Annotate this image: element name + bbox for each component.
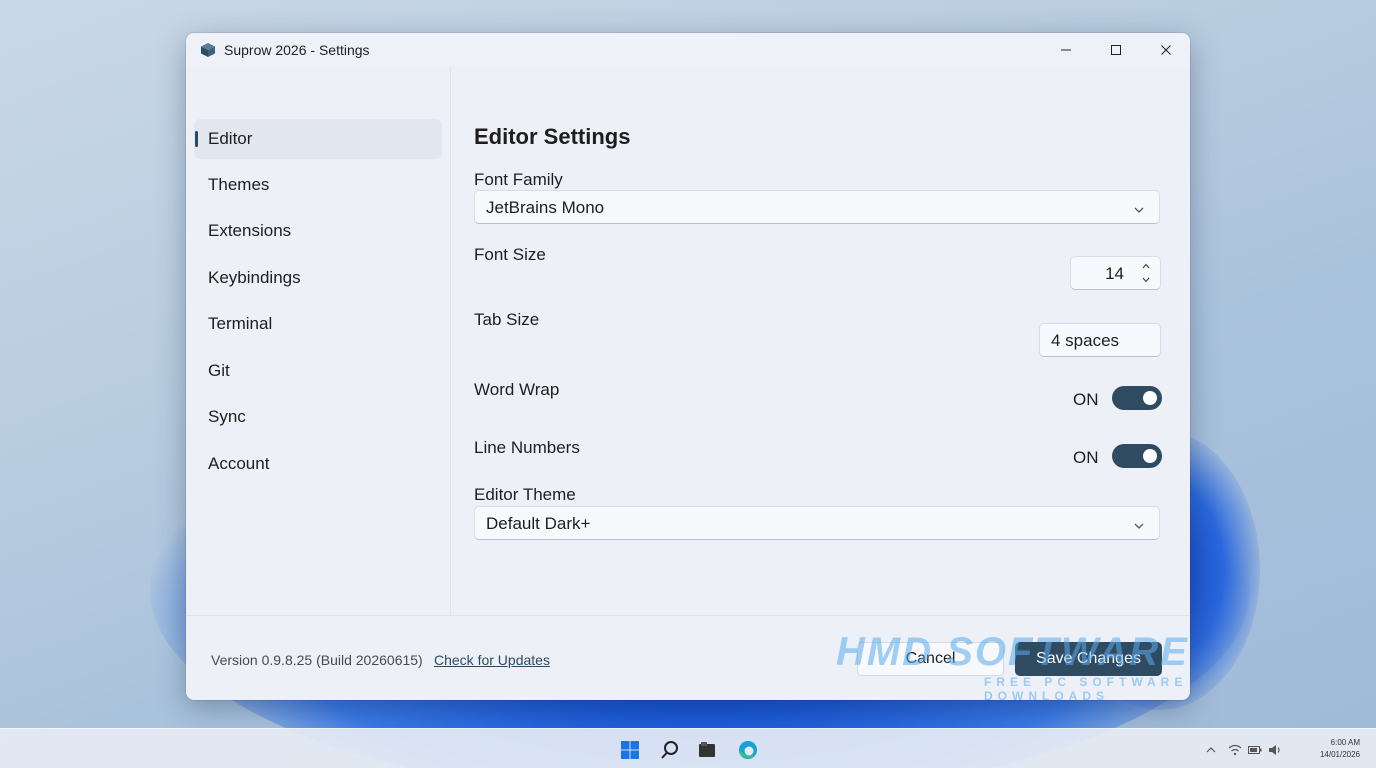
sidebar-item-extensions[interactable]: Extensions	[194, 211, 442, 251]
tab-size-value: 4 spaces	[1051, 331, 1120, 350]
word-wrap-state: ON	[1073, 390, 1099, 409]
cancel-button[interactable]: Cancel	[857, 642, 1004, 676]
close-icon	[1161, 45, 1171, 55]
sidebar-item-label: Keybindings	[208, 268, 301, 287]
clock-time: 6:00 AM	[1330, 738, 1360, 747]
check-updates-link[interactable]: Check for Updates	[434, 652, 550, 668]
sidebar-item-label: Terminal	[208, 314, 273, 333]
windows-start-icon[interactable]	[619, 739, 641, 761]
sidebar-item-account[interactable]: Account	[194, 444, 442, 484]
sidebar-item-label: Account	[208, 454, 270, 473]
sidebar-item-keybindings[interactable]: Keybindings	[194, 258, 442, 298]
font-size-stepper[interactable]: 14	[1070, 256, 1161, 290]
settings-window: Suprow 2026 - Settings Editor Themes Ext…	[186, 33, 1190, 700]
app-cube-icon	[200, 42, 216, 58]
sidebar-item-label: Sync	[208, 407, 246, 426]
volume-icon[interactable]	[1268, 743, 1282, 757]
sidebar-item-git[interactable]: Git	[194, 351, 442, 391]
search-icon[interactable]	[659, 739, 681, 761]
tab-size-label: Tab Size	[474, 310, 540, 329]
edge-browser-icon[interactable]	[737, 739, 759, 761]
chevron-down-icon	[1133, 518, 1145, 529]
minimize-button[interactable]	[1041, 33, 1091, 67]
font-size-label: Font Size	[474, 245, 546, 264]
toggle-knob	[1143, 449, 1157, 463]
sidebar-item-terminal[interactable]: Terminal	[194, 304, 442, 344]
wifi-icon[interactable]	[1228, 743, 1242, 757]
window-title: Suprow 2026 - Settings	[224, 42, 370, 58]
maximize-icon	[1111, 45, 1121, 55]
chevron-up-icon[interactable]	[1204, 743, 1218, 757]
taskbar: 6:00 AM 14/01/2026	[0, 728, 1376, 768]
editor-theme-value: Default Dark+	[486, 514, 591, 533]
font-family-label: Font Family	[474, 170, 563, 189]
editor-theme-dropdown[interactable]: Default Dark+	[474, 506, 1160, 540]
font-size-value: 14	[1105, 264, 1124, 283]
settings-content: Editor Settings Font Family JetBrains Mo…	[451, 67, 1190, 615]
title-bar[interactable]: Suprow 2026 - Settings	[186, 33, 1190, 67]
version-text: Version 0.9.8.25 (Build 20260615)	[211, 652, 423, 668]
line-numbers-toggle[interactable]	[1112, 444, 1162, 468]
word-wrap-toggle[interactable]	[1112, 386, 1162, 410]
settings-footer: Version 0.9.8.25 (Build 20260615) Check …	[186, 615, 1190, 700]
sidebar-item-sync[interactable]: Sync	[194, 397, 442, 437]
sidebar-item-label: Editor	[208, 129, 253, 148]
maximize-button[interactable]	[1091, 33, 1141, 67]
sidebar-item-label: Extensions	[208, 221, 292, 240]
word-wrap-label: Word Wrap	[474, 380, 560, 399]
minimize-icon	[1061, 49, 1071, 51]
tab-size-field[interactable]: 4 spaces	[1039, 323, 1161, 357]
toggle-knob	[1143, 391, 1157, 405]
battery-icon[interactable]	[1248, 743, 1262, 757]
taskbar-clock[interactable]: 6:00 AM 14/01/2026	[1300, 737, 1360, 761]
line-numbers-state: ON	[1073, 448, 1099, 467]
stepper-up-icon[interactable]	[1138, 260, 1154, 272]
font-family-dropdown[interactable]: JetBrains Mono	[474, 190, 1160, 224]
font-family-value: JetBrains Mono	[486, 198, 605, 217]
stepper-down-icon[interactable]	[1138, 274, 1154, 286]
sidebar-item-label: Themes	[208, 175, 270, 194]
save-changes-button[interactable]: Save Changes	[1015, 642, 1162, 676]
sidebar-item-themes[interactable]: Themes	[194, 165, 442, 205]
line-numbers-label: Line Numbers	[474, 438, 580, 457]
close-button[interactable]	[1141, 33, 1190, 67]
sidebar-item-label: Git	[208, 361, 230, 380]
clock-date: 14/01/2026	[1319, 750, 1360, 759]
page-title: Editor Settings	[474, 124, 631, 149]
settings-sidebar: Editor Themes Extensions Keybindings Ter…	[186, 67, 451, 615]
file-explorer-icon[interactable]	[696, 739, 718, 761]
editor-theme-label: Editor Theme	[474, 485, 576, 504]
chevron-down-icon	[1133, 202, 1145, 213]
sidebar-item-editor[interactable]: Editor	[194, 119, 442, 159]
active-indicator	[195, 131, 198, 147]
